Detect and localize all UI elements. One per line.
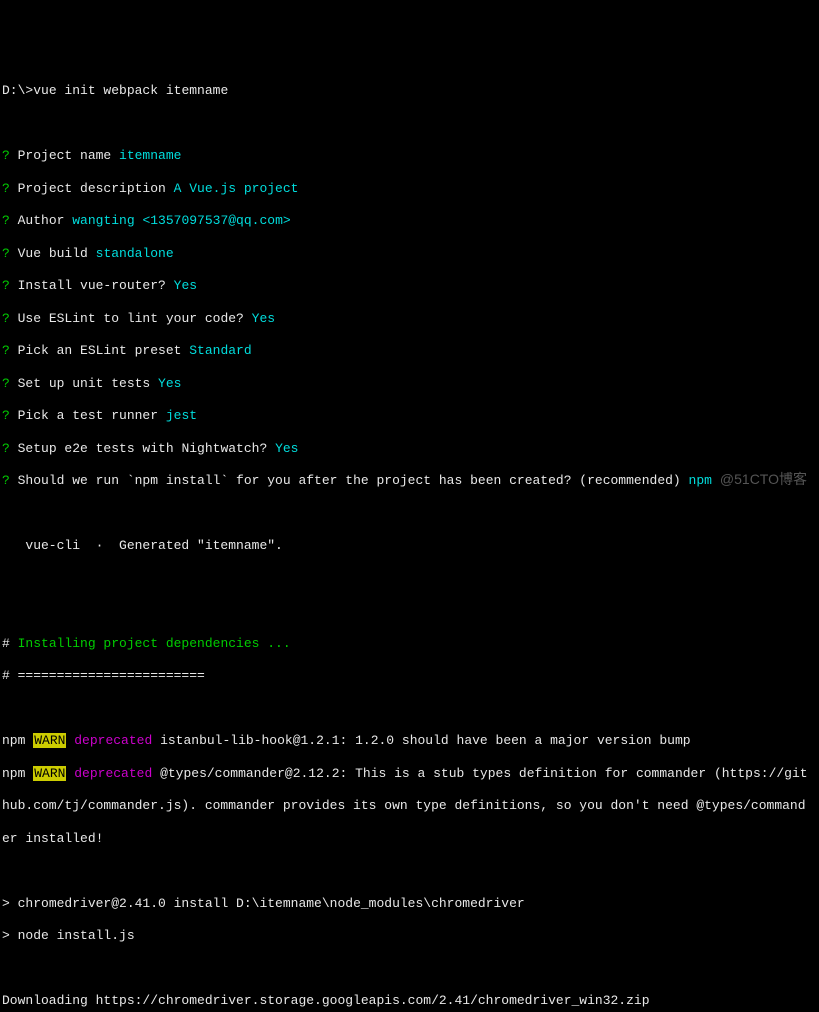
- warn-continuation: hub.com/tj/commander.js). commander prov…: [2, 798, 817, 814]
- npm-prefix: npm: [2, 766, 33, 781]
- download-line: Downloading https://chromedriver.storage…: [2, 993, 817, 1009]
- question-label: Project name: [10, 148, 119, 163]
- question-answer: Yes: [275, 441, 298, 456]
- question-mark: ?: [2, 181, 10, 196]
- question-label: Setup e2e tests with Nightwatch?: [10, 441, 275, 456]
- question-mark: ?: [2, 343, 10, 358]
- node-command: node install.js: [18, 928, 135, 943]
- question-answer: Yes: [252, 311, 275, 326]
- question-answer: Yes: [174, 278, 197, 293]
- warn-message: istanbul-lib-hook@1.2.1: 1.2.0 should ha…: [152, 733, 690, 748]
- question-mark: ?: [2, 376, 10, 391]
- question-mark: ?: [2, 246, 10, 261]
- question-label: Should we run `npm install` for you afte…: [10, 473, 689, 488]
- hash-divider: # ========================: [2, 668, 817, 684]
- question-label: Author: [10, 213, 72, 228]
- warn-continuation: er installed!: [2, 831, 817, 847]
- question-mark: ?: [2, 408, 10, 423]
- question-answer: Yes: [158, 376, 181, 391]
- question-label: Project description: [10, 181, 174, 196]
- gt-prefix: >: [2, 928, 18, 943]
- question-mark: ?: [2, 148, 10, 163]
- question-label: Set up unit tests: [10, 376, 158, 391]
- question-mark: ?: [2, 311, 10, 326]
- question-answer: Standard: [189, 343, 251, 358]
- question-label: Vue build: [10, 246, 96, 261]
- question-label: Pick an ESLint preset: [10, 343, 189, 358]
- question-answer: npm: [689, 473, 712, 488]
- command-text: vue init webpack itemname: [33, 83, 228, 98]
- question-answer: standalone: [96, 246, 174, 261]
- deprecated-label: deprecated: [74, 733, 152, 748]
- prompt-path: D:\>: [2, 83, 33, 98]
- generated-message: vue-cli · Generated "itemname".: [2, 538, 817, 554]
- warn-message: @types/commander@2.12.2: This is a stub …: [152, 766, 807, 781]
- watermark-text: @51CTO博客: [720, 471, 807, 489]
- question-answer: itemname: [119, 148, 181, 163]
- question-label: Install vue-router?: [10, 278, 174, 293]
- warn-badge: WARN: [33, 766, 66, 781]
- npm-prefix: npm: [2, 733, 33, 748]
- install-message: Installing project dependencies ...: [18, 636, 291, 651]
- question-answer: A Vue.js project: [174, 181, 299, 196]
- question-label: Pick a test runner: [10, 408, 166, 423]
- question-answer: jest: [166, 408, 197, 423]
- question-label: Use ESLint to lint your code?: [10, 311, 252, 326]
- question-mark: ?: [2, 278, 10, 293]
- terminal-output: D:\>vue init webpack itemname ? Project …: [2, 67, 817, 1012]
- warn-badge: WARN: [33, 733, 66, 748]
- install-path: chromedriver@2.41.0 install D:\itemname\…: [18, 896, 525, 911]
- question-mark: ?: [2, 441, 10, 456]
- hash-prefix: #: [2, 636, 18, 651]
- gt-prefix: >: [2, 896, 18, 911]
- question-mark: ?: [2, 473, 10, 488]
- question-answer: wangting <1357097537@qq.com>: [72, 213, 290, 228]
- deprecated-label: deprecated: [74, 766, 152, 781]
- question-mark: ?: [2, 213, 10, 228]
